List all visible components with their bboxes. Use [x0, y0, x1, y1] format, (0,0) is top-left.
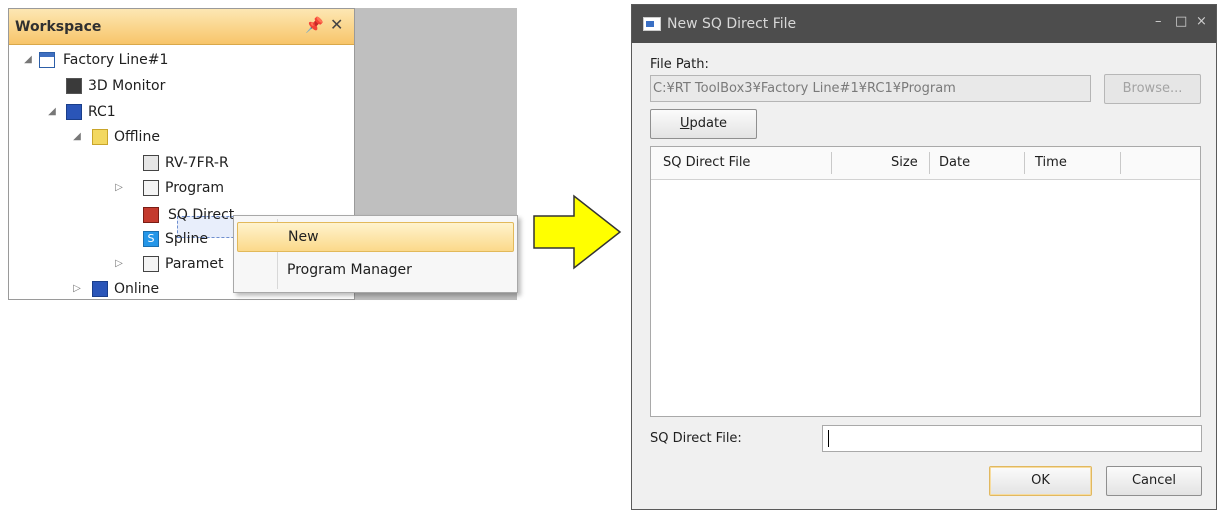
expand-icon[interactable]: ▷ — [71, 279, 83, 299]
collapse-icon[interactable]: ◢ — [71, 127, 83, 147]
tree-item-label: RV-7FR-R — [165, 155, 229, 171]
tree-item-rc1[interactable]: ◢ RC1 — [9, 102, 349, 122]
right-arrow-icon — [533, 194, 622, 270]
sq-direct-file-list[interactable]: SQ Direct File Size Date Time — [650, 146, 1201, 417]
tree-item-label: 3D Monitor — [88, 78, 166, 94]
tree-item-label: Online — [114, 281, 160, 297]
workspace-header: Workspace 📌 ✕ — [9, 9, 354, 45]
column-divider[interactable] — [831, 152, 832, 174]
column-header-size[interactable]: Size — [891, 147, 918, 179]
tree-item-offline[interactable]: ◢ Offline — [9, 127, 349, 147]
tree-item-program[interactable]: ▷ Program — [9, 178, 349, 198]
text-caret — [828, 430, 829, 447]
cancel-button[interactable]: Cancel — [1106, 466, 1202, 496]
maximize-icon[interactable]: □ — [1175, 14, 1187, 29]
close-icon[interactable]: × — [1196, 14, 1207, 29]
tree-item-label: Factory Line#1 — [63, 52, 169, 68]
cancel-button-label: Cancel — [1131, 473, 1177, 488]
new-sq-direct-file-dialog: New SQ Direct File – □ × File Path: C:¥R… — [631, 4, 1217, 510]
spline-icon: S — [143, 231, 159, 247]
tree-item-label: Offline — [114, 129, 160, 145]
factory-icon — [39, 52, 55, 68]
program-icon — [143, 180, 159, 196]
expand-icon[interactable]: ▷ — [113, 254, 125, 274]
menu-item-program-manager[interactable]: Program Manager — [237, 256, 514, 286]
context-menu: New Program Manager — [233, 215, 518, 293]
browse-button-label: Browse... — [1122, 81, 1183, 96]
column-header-name[interactable]: SQ Direct File — [663, 147, 750, 179]
browse-button[interactable]: Browse... — [1104, 74, 1201, 104]
window-icon — [643, 17, 661, 31]
menu-item-label: Program Manager — [287, 262, 412, 278]
expand-icon[interactable]: ▷ — [113, 178, 125, 198]
menu-item-new[interactable]: New — [237, 222, 514, 252]
ok-button-label: OK — [1031, 473, 1050, 488]
column-header-time[interactable]: Time — [1035, 147, 1067, 179]
tree-item-rv7fr[interactable]: RV-7FR-R — [9, 153, 349, 173]
minimize-icon[interactable]: – — [1155, 14, 1162, 29]
sq-direct-file-name-label: SQ Direct File: — [650, 431, 742, 446]
collapse-icon[interactable]: ◢ — [22, 50, 34, 70]
tree-item-3d-monitor[interactable]: 3D Monitor — [9, 76, 349, 96]
column-divider[interactable] — [1024, 152, 1025, 174]
column-divider[interactable] — [929, 152, 930, 174]
tree-item-label: Paramet — [165, 256, 224, 272]
tree-item-label: RC1 — [88, 104, 116, 120]
parameter-icon — [143, 256, 159, 272]
file-path-label: File Path: — [650, 57, 709, 72]
online-icon — [92, 281, 108, 297]
monitor-icon — [66, 78, 82, 94]
tree-item-factory[interactable]: ◢ Factory Line#1 — [9, 50, 349, 70]
menu-item-label: New — [288, 229, 319, 245]
robot-controller-icon — [66, 104, 82, 120]
column-header-date[interactable]: Date — [939, 147, 970, 179]
dialog-titlebar: New SQ Direct File – □ × — [632, 5, 1216, 43]
tree-item-label: Program — [165, 180, 225, 196]
file-path-field: C:¥RT ToolBox3¥Factory Line#1¥RC1¥Progra… — [650, 75, 1091, 102]
ok-button[interactable]: OK — [989, 466, 1092, 496]
dialog-title: New SQ Direct File — [667, 16, 797, 32]
tree-item-label: Spline — [165, 231, 209, 247]
update-button-label: Update — [679, 116, 728, 131]
robot-model-icon — [143, 155, 159, 171]
offline-icon — [92, 129, 108, 145]
column-divider[interactable] — [1120, 152, 1121, 174]
list-header: SQ Direct File Size Date Time — [651, 147, 1200, 180]
sq-direct-file-name-input[interactable] — [822, 425, 1202, 452]
tree-item-label: SQ Direct — [168, 207, 235, 223]
pin-icon[interactable]: 📌 — [305, 16, 324, 34]
update-button[interactable]: Update — [650, 109, 757, 139]
close-icon[interactable]: ✕ — [330, 15, 343, 34]
workspace-title: Workspace — [15, 19, 102, 35]
collapse-icon[interactable]: ◢ — [46, 102, 58, 122]
sq-direct-icon — [143, 207, 159, 223]
